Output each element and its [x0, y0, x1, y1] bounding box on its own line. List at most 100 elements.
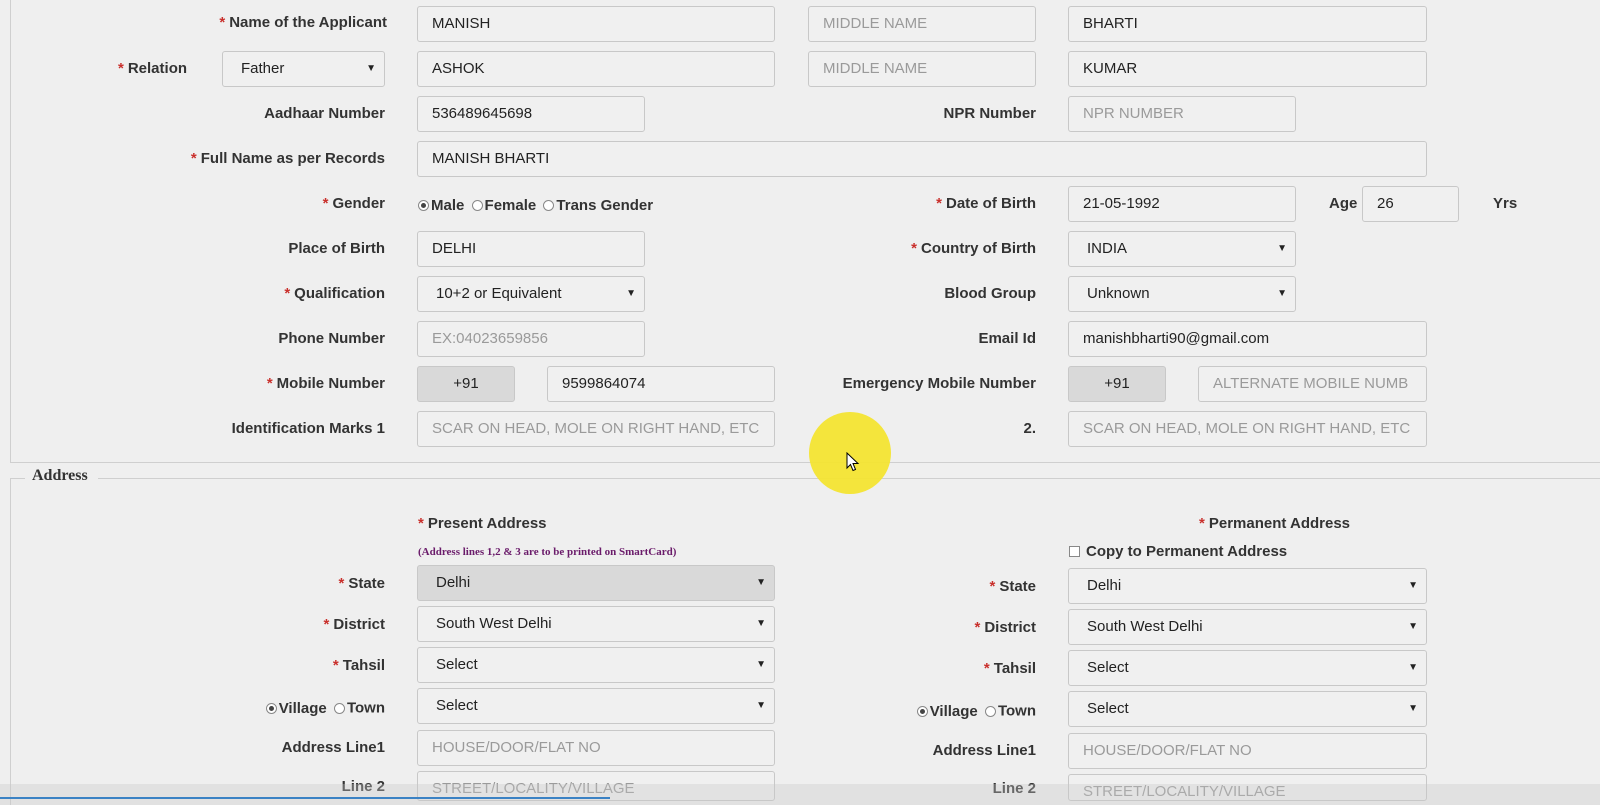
idmark1-label: Identification Marks 1 — [231, 420, 385, 437]
permanent-village-town-radios: Village Town — [916, 702, 1036, 720]
npr-label: NPR Number — [943, 105, 1036, 122]
idmark2-input[interactable]: SCAR ON HEAD, MOLE ON RIGHT HAND, ETC — [1068, 411, 1427, 447]
idmark1-input[interactable]: SCAR ON HEAD, MOLE ON RIGHT HAND, ETC — [417, 411, 775, 447]
chevron-down-icon: ▼ — [1408, 580, 1418, 591]
idmark2-label: 2. — [1023, 420, 1036, 437]
address-fieldset-left-border — [10, 478, 11, 805]
age-unit-label: Yrs — [1493, 195, 1518, 212]
chevron-down-icon: ▼ — [756, 618, 766, 629]
loading-bar — [0, 797, 610, 799]
blood-group-select[interactable]: Unknown ▼ — [1068, 276, 1296, 312]
present-village-town-value: Select — [436, 697, 478, 714]
permanent-tahsil-label: * Tahsil — [983, 660, 1036, 677]
chevron-down-icon: ▼ — [1277, 288, 1287, 299]
npr-input[interactable]: NPR NUMBER — [1068, 96, 1296, 132]
gender-radio-group: Male Female Trans Gender — [418, 196, 656, 214]
qualification-select[interactable]: 10+2 or Equivalent ▼ — [417, 276, 645, 312]
present-village-town-select[interactable]: Select ▼ — [417, 688, 775, 724]
present-tahsil-value: Select — [436, 656, 478, 673]
chevron-down-icon: ▼ — [366, 63, 376, 74]
relation-select[interactable]: Father ▼ — [222, 51, 385, 87]
gender-female-radio[interactable] — [471, 199, 483, 211]
cob-select-value: INDIA — [1087, 240, 1128, 257]
blood-group-select-value: Unknown — [1087, 285, 1150, 302]
chevron-down-icon: ▼ — [1408, 621, 1418, 632]
copy-to-permanent[interactable]: Copy to Permanent Address — [1069, 542, 1290, 560]
present-town-label: Town — [346, 699, 385, 717]
relation-select-value: Father — [241, 60, 285, 77]
present-tahsil-select[interactable]: Select ▼ — [417, 647, 775, 683]
permanent-village-label: Village — [929, 702, 978, 720]
bottom-shadow-bar — [0, 784, 1600, 805]
present-district-select[interactable]: South West Delhi ▼ — [417, 606, 775, 642]
present-line1-label: Address Line1 — [281, 739, 385, 756]
pob-input[interactable]: DELHI — [417, 231, 645, 267]
chevron-down-icon: ▼ — [1408, 662, 1418, 673]
relation-middle-name-input[interactable]: MIDDLE NAME — [808, 51, 1036, 87]
aadhaar-label: Aadhaar Number — [264, 105, 385, 122]
email-label: Email Id — [978, 330, 1036, 347]
mobile-country-code: +91 — [417, 366, 515, 402]
relation-label: * Relation — [118, 60, 188, 77]
middle-name-input[interactable]: MIDDLE NAME — [808, 6, 1036, 42]
present-district-label: * District — [323, 616, 385, 633]
chevron-down-icon: ▼ — [756, 700, 766, 711]
age-input[interactable]: 26 — [1362, 186, 1459, 222]
permanent-village-radio[interactable] — [916, 705, 928, 717]
phone-input[interactable]: EX:04023659856 — [417, 321, 645, 357]
gender-male-radio[interactable] — [418, 199, 429, 211]
present-address-title: * Present Address — [418, 515, 547, 532]
relation-first-name-input[interactable]: ASHOK — [417, 51, 775, 87]
dob-input[interactable]: 21-05-1992 — [1068, 186, 1296, 222]
permanent-district-label: * District — [974, 619, 1036, 636]
qualification-label: * Qualification — [284, 285, 385, 302]
fullname-input[interactable]: MANISH BHARTI — [417, 141, 1427, 177]
chevron-down-icon: ▼ — [626, 288, 636, 299]
present-address-note: (Address lines 1,2 & 3 are to be printed… — [418, 546, 677, 558]
permanent-address-title: * Permanent Address — [1199, 515, 1351, 532]
gender-female-label: Female — [484, 196, 537, 214]
present-village-label: Village — [278, 699, 327, 717]
personal-fieldset-border — [10, 0, 11, 462]
aadhaar-input[interactable]: 536489645698 — [417, 96, 645, 132]
permanent-village-town-value: Select — [1087, 700, 1129, 717]
name-label: * Name of the Applicant — [219, 14, 387, 31]
present-line1-input[interactable]: HOUSE/DOOR/FLAT NO — [417, 730, 775, 766]
permanent-state-value: Delhi — [1087, 577, 1122, 594]
chevron-down-icon: ▼ — [756, 659, 766, 670]
address-legend: Address — [32, 467, 88, 484]
last-name-input[interactable]: BHARTI — [1068, 6, 1427, 42]
cob-select[interactable]: INDIA ▼ — [1068, 231, 1296, 267]
present-state-select[interactable]: Delhi ▼ — [417, 565, 775, 601]
copy-label: Copy to Permanent Address — [1086, 542, 1288, 560]
permanent-district-value: South West Delhi — [1087, 618, 1203, 635]
address-fieldset-top-left — [10, 478, 25, 479]
permanent-state-select[interactable]: Delhi ▼ — [1068, 568, 1427, 604]
present-town-radio[interactable] — [333, 702, 345, 714]
first-name-input[interactable]: MANISH — [417, 6, 775, 42]
chevron-down-icon: ▼ — [1408, 703, 1418, 714]
present-village-radio[interactable] — [265, 702, 277, 714]
chevron-down-icon: ▼ — [1277, 243, 1287, 254]
present-district-value: South West Delhi — [436, 615, 552, 632]
mobile-input[interactable]: 9599864074 — [547, 366, 775, 402]
permanent-tahsil-select[interactable]: Select ▼ — [1068, 650, 1427, 686]
mouse-pointer-icon — [846, 452, 860, 472]
copy-checkbox[interactable] — [1069, 545, 1080, 557]
permanent-line1-input[interactable]: HOUSE/DOOR/FLAT NO — [1068, 733, 1427, 769]
permanent-tahsil-value: Select — [1087, 659, 1129, 676]
email-input[interactable]: manishbharti90@gmail.com — [1068, 321, 1427, 357]
relation-last-name-input[interactable]: KUMAR — [1068, 51, 1427, 87]
permanent-town-radio[interactable] — [984, 705, 996, 717]
emergency-country-code: +91 — [1068, 366, 1166, 402]
dob-label: * Date of Birth — [936, 195, 1036, 212]
permanent-district-select[interactable]: South West Delhi ▼ — [1068, 609, 1427, 645]
permanent-line1-label: Address Line1 — [932, 742, 1036, 759]
permanent-village-town-select[interactable]: Select ▼ — [1068, 691, 1427, 727]
emergency-mobile-input[interactable]: ALTERNATE MOBILE NUMB — [1198, 366, 1427, 402]
gender-label: * Gender — [322, 195, 385, 212]
present-village-town-radios: Village Town — [265, 699, 385, 717]
emergency-label: Emergency Mobile Number — [842, 375, 1036, 392]
permanent-state-label: * State — [989, 578, 1036, 595]
gender-trans-radio[interactable] — [543, 199, 555, 211]
